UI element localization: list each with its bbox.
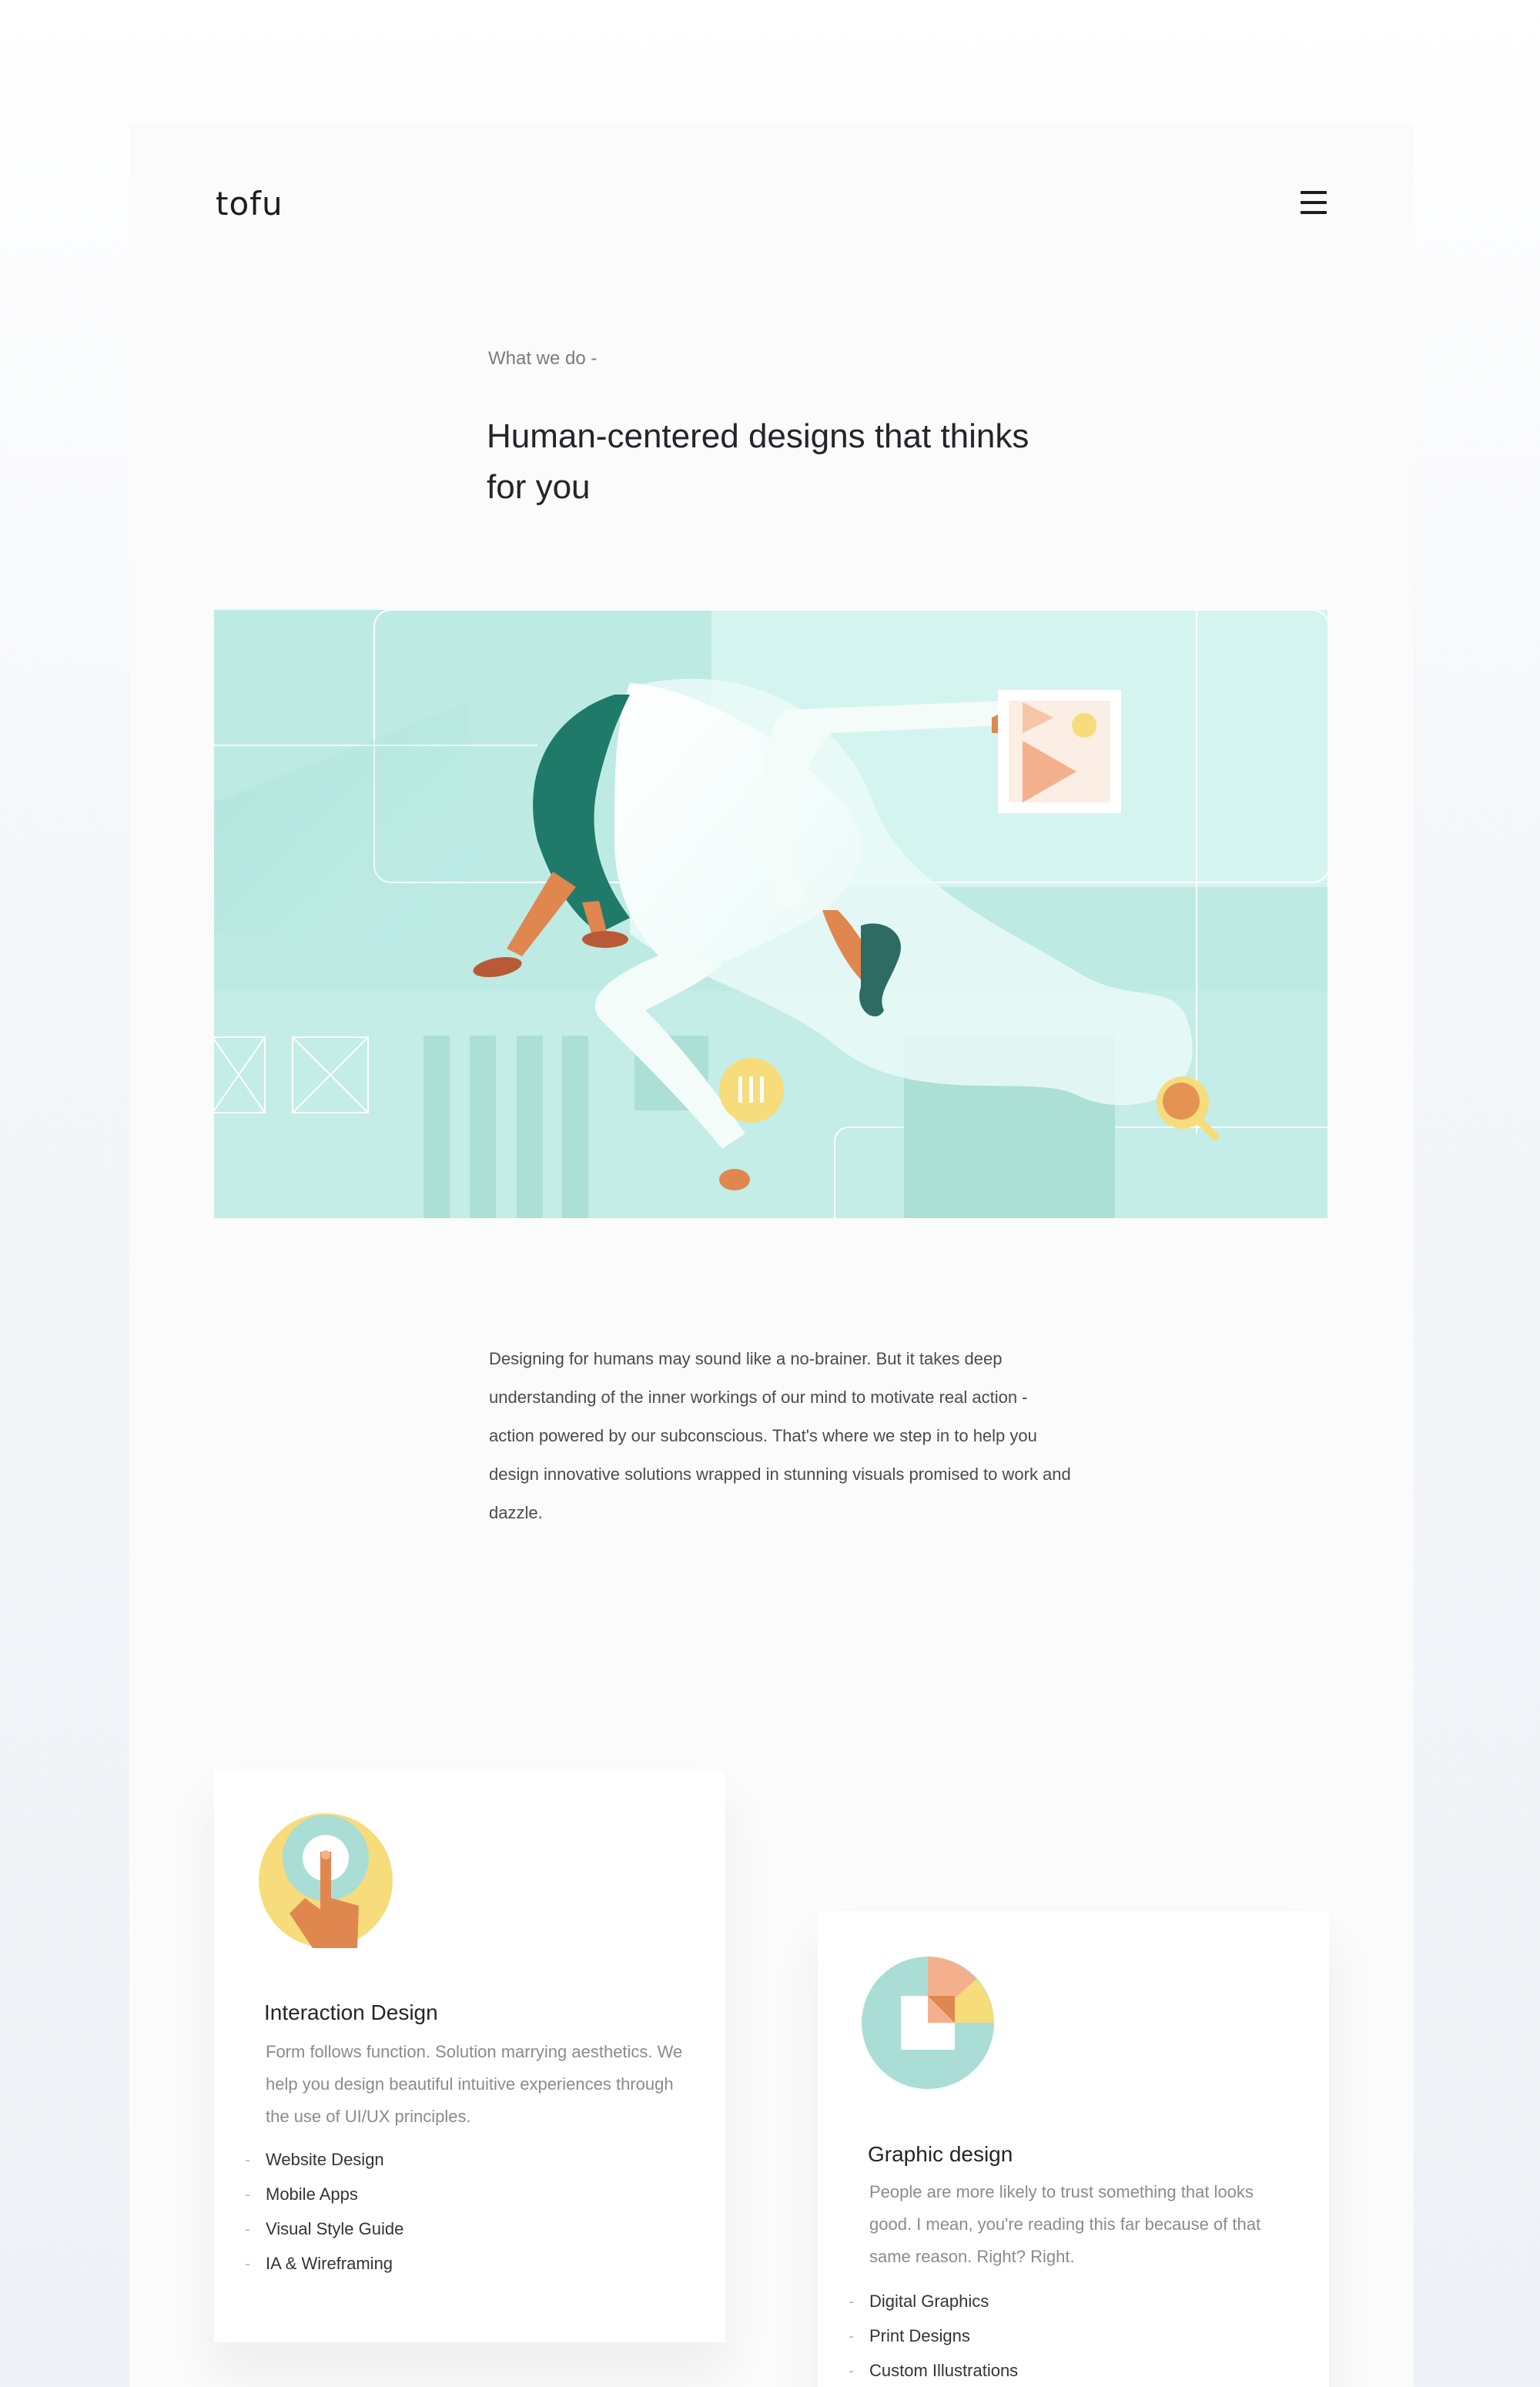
service-card-graphic-design: Graphic design People are more likely to… [818,1911,1329,2387]
page-container: tofu What we do - Human-centered designs… [129,123,1414,2387]
service-list: Website Design Mobile Apps Visual Style … [245,2142,403,2281]
service-description: People are more likely to trust somethin… [869,2182,1261,2266]
logo[interactable]: tofu [216,185,283,223]
list-item: Digital Graphics [849,2284,1018,2318]
service-list: Digital Graphics Print Designs Custom Il… [849,2284,1018,2387]
service-card-interaction-design: Interaction Design Form follows function… [214,1771,725,2342]
service-title: Graphic design [868,2142,1013,2166]
page-title: Human-centered designs that thinks for y… [487,417,1029,506]
list-item: Website Design [245,2142,403,2177]
hamburger-menu-icon[interactable] [1301,191,1327,214]
list-item: IA & Wireframing [245,2246,403,2281]
hero-illustration [214,610,1327,1218]
service-title: Interaction Design [264,2000,438,2024]
service-description: Form follows function. Solution marrying… [266,2042,683,2126]
list-item: Custom Illustrations [849,2353,1018,2387]
touch-finger-icon [259,1813,393,1948]
pie-chart-icon [861,1956,996,2091]
body-paragraph: Designing for humans may sound like a no… [489,1349,1071,1522]
list-item: Visual Style Guide [245,2211,403,2246]
section-eyebrow: What we do - [488,348,598,369]
list-item: Print Designs [849,2318,1018,2353]
list-item: Mobile Apps [245,2177,403,2211]
